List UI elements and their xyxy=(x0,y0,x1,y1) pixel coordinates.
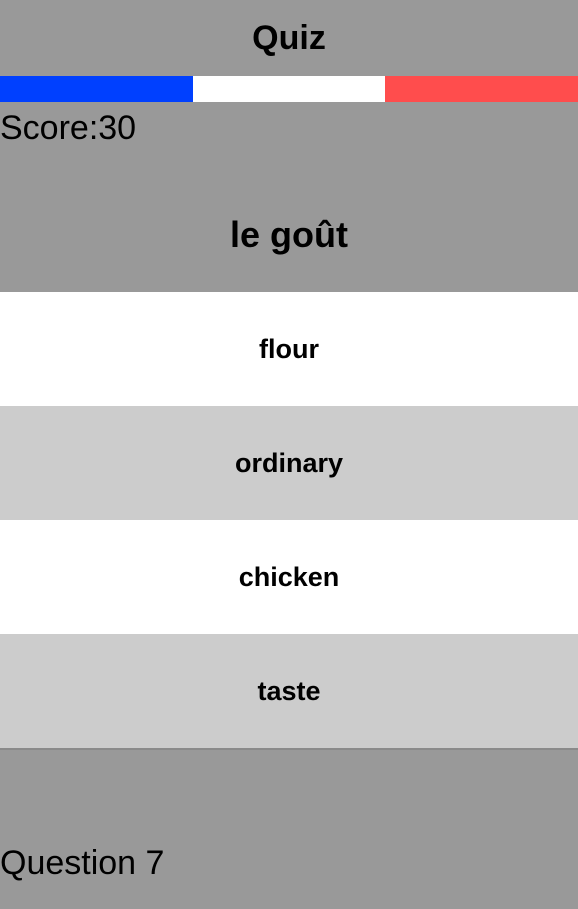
score-value: 30 xyxy=(98,108,137,147)
score-display: Score: 30 xyxy=(0,106,136,150)
answer-label: flour xyxy=(259,333,319,364)
question-counter-label: Question xyxy=(0,843,137,882)
flag-stripe-red xyxy=(385,76,578,102)
question-counter-number: 7 xyxy=(145,843,165,882)
answer-label: chicken xyxy=(238,561,340,592)
answer-button-4[interactable]: taste xyxy=(0,634,578,748)
answer-button-1[interactable]: flour xyxy=(0,292,578,406)
answer-list: flour ordinary chicken taste xyxy=(0,292,578,748)
answer-label: ordinary xyxy=(234,447,344,478)
answer-button-2[interactable]: ordinary xyxy=(0,406,578,520)
quiz-header: Quiz xyxy=(0,0,578,76)
french-flag-banner xyxy=(0,76,578,102)
flag-stripe-white xyxy=(192,76,386,102)
flag-stripe-blue xyxy=(0,76,193,102)
question-prompt: le goût xyxy=(230,214,348,255)
score-label: Score: xyxy=(0,108,99,147)
answer-label: taste xyxy=(257,675,321,706)
page-title: Quiz xyxy=(252,18,326,57)
divider xyxy=(0,748,578,750)
answer-button-3[interactable]: chicken xyxy=(0,520,578,634)
question-counter: Question 7 xyxy=(0,840,164,886)
